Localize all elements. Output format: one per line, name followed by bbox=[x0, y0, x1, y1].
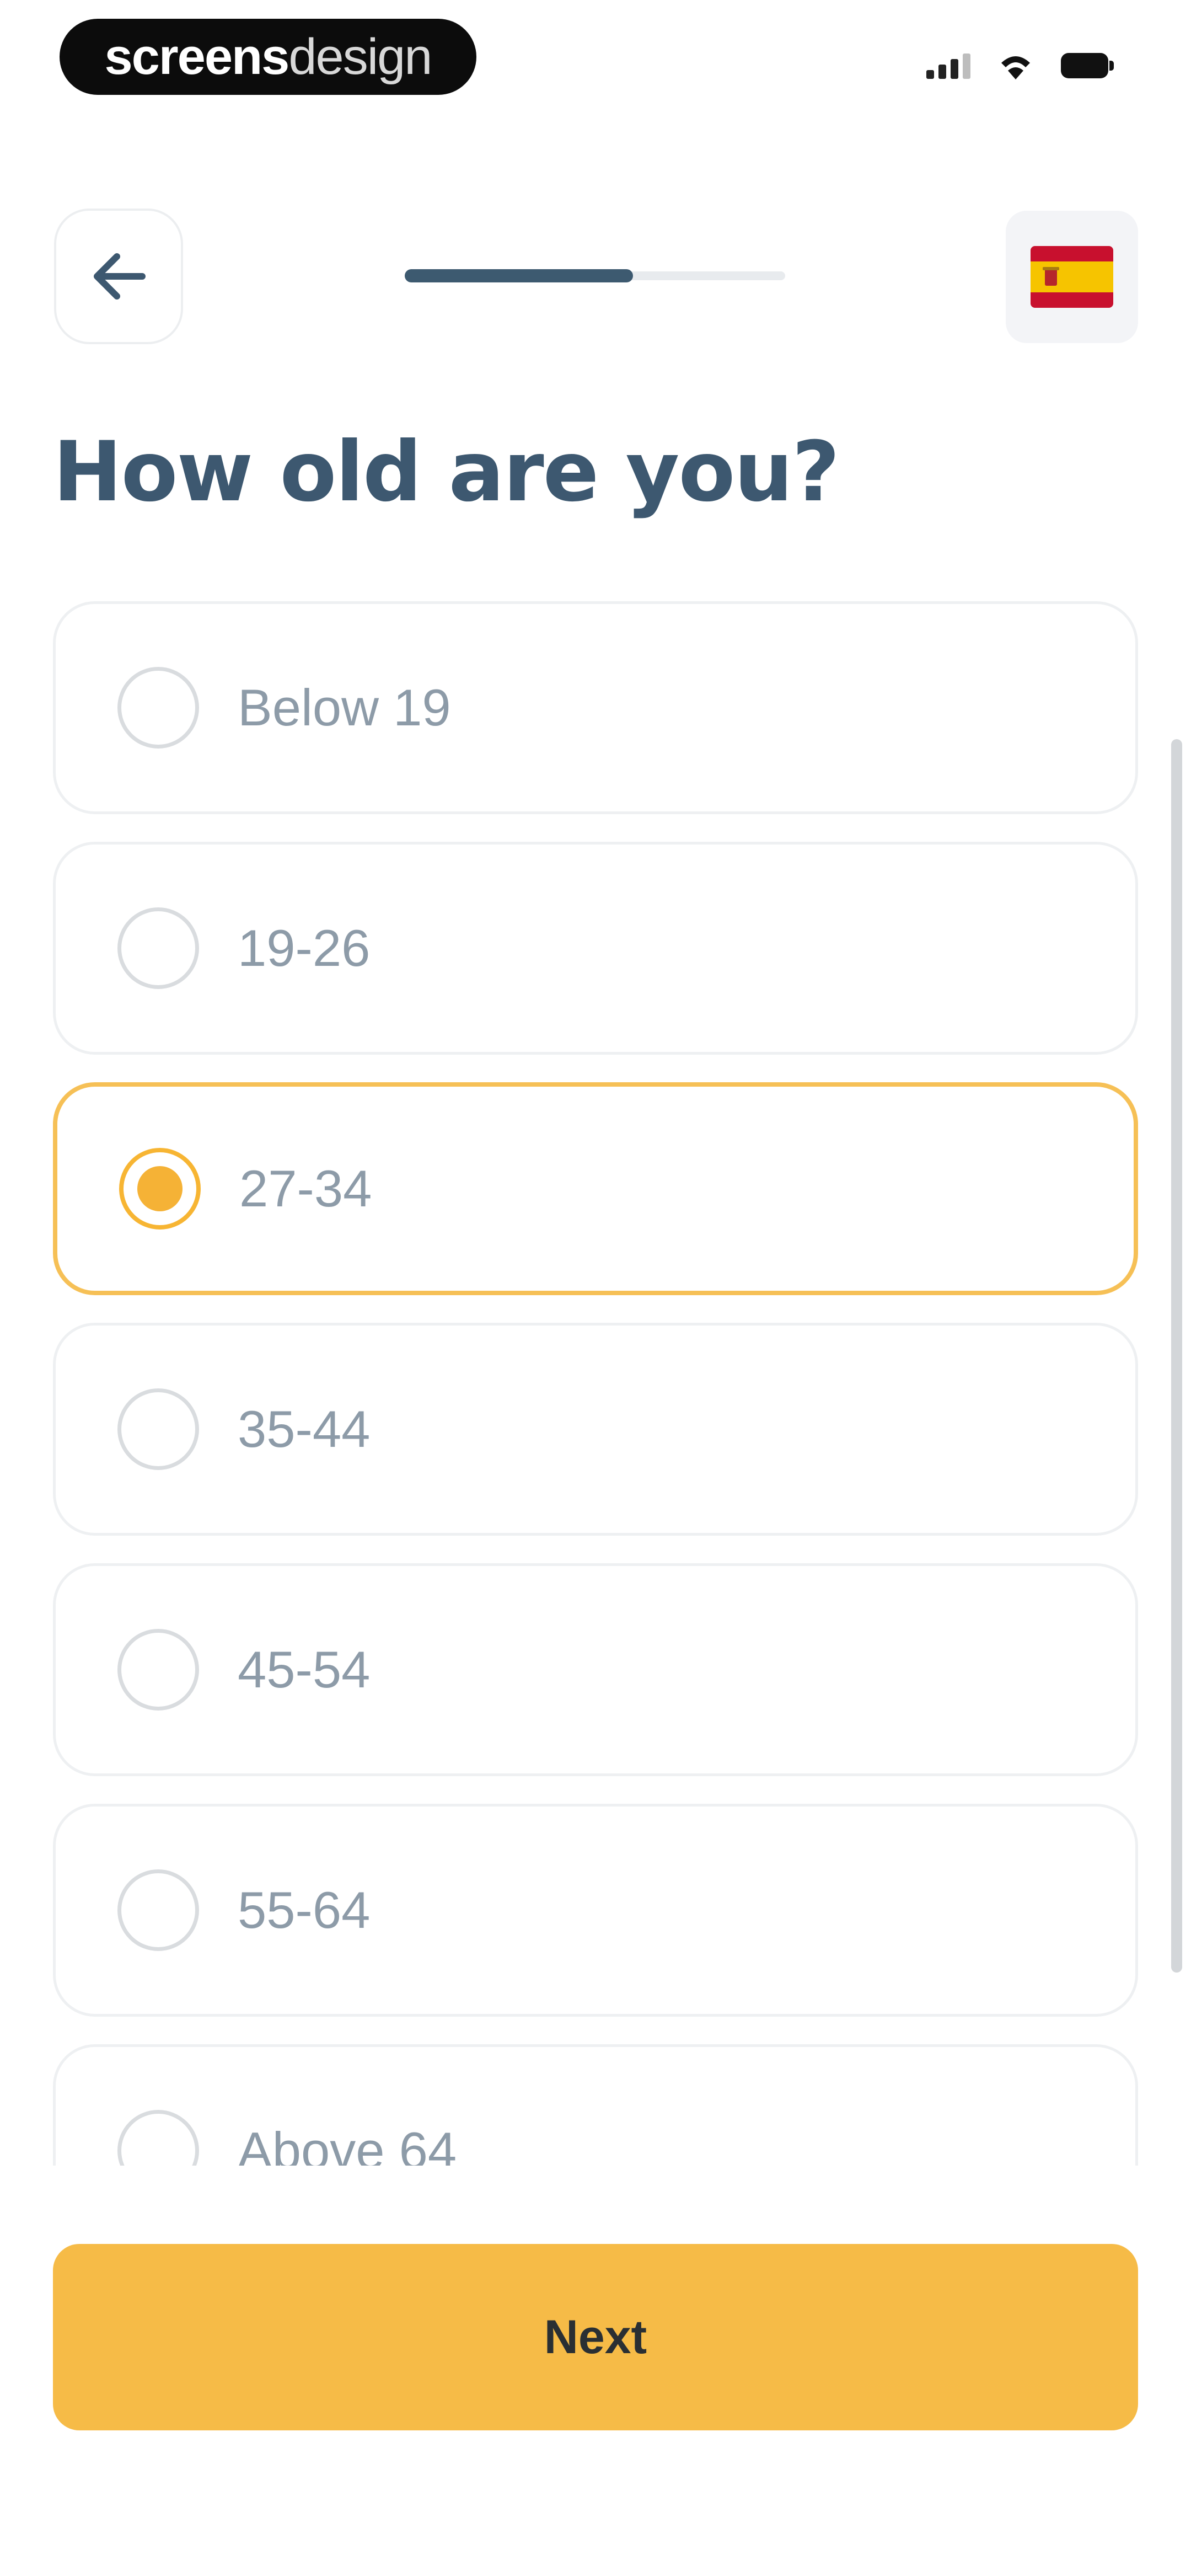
status-bar: screens design bbox=[0, 0, 1191, 121]
option-label: 35-44 bbox=[238, 1400, 371, 1458]
option-label: Above 64 bbox=[238, 2121, 457, 2166]
scrollbar[interactable] bbox=[1171, 739, 1182, 1973]
option-label: 19-26 bbox=[238, 919, 371, 977]
progress-fill bbox=[405, 269, 633, 282]
age-option-27-34[interactable]: 27-34 bbox=[53, 1082, 1138, 1295]
radio-button[interactable] bbox=[117, 1388, 199, 1470]
radio-button[interactable] bbox=[117, 667, 199, 749]
age-options-list[interactable]: Below 19 19-26 27-34 35-44 45-54 55-64 Above 6… bbox=[0, 585, 1191, 2166]
radio-button[interactable] bbox=[117, 1629, 199, 1711]
spain-flag-icon bbox=[1031, 246, 1113, 308]
next-button[interactable]: Next bbox=[53, 2244, 1138, 2430]
option-label: Below 19 bbox=[238, 678, 451, 736]
cellular-signal-icon bbox=[926, 52, 970, 79]
age-option-above-64[interactable]: Above 64 bbox=[53, 2044, 1138, 2166]
radio-button[interactable] bbox=[117, 2110, 199, 2166]
age-option-below-19[interactable]: Below 19 bbox=[53, 601, 1138, 814]
back-button[interactable] bbox=[54, 209, 183, 344]
radio-button-selected[interactable] bbox=[119, 1148, 201, 1230]
arrow-left-icon bbox=[94, 253, 146, 300]
battery-icon bbox=[1061, 53, 1114, 78]
age-option-45-54[interactable]: 45-54 bbox=[53, 1563, 1138, 1776]
brand-text-strong: screens bbox=[104, 28, 290, 85]
age-option-35-44[interactable]: 35-44 bbox=[53, 1323, 1138, 1536]
age-question-screen: screens design How old are you? Below 19… bbox=[0, 0, 1191, 2576]
brand-text-light: design bbox=[288, 28, 432, 85]
page-title: How old are you? bbox=[53, 424, 840, 520]
radio-button[interactable] bbox=[117, 1869, 199, 1951]
option-label: 27-34 bbox=[239, 1159, 372, 1217]
onboarding-progress-bar bbox=[405, 269, 785, 282]
status-icons bbox=[926, 51, 1114, 81]
age-option-19-26[interactable]: 19-26 bbox=[53, 842, 1138, 1055]
wifi-icon bbox=[1001, 56, 1030, 79]
age-option-55-64[interactable]: 55-64 bbox=[53, 1804, 1138, 2017]
brand-watermark: screens design bbox=[60, 19, 476, 95]
radio-button[interactable] bbox=[117, 907, 199, 989]
option-label: 45-54 bbox=[238, 1640, 371, 1698]
option-label: 55-64 bbox=[238, 1881, 371, 1939]
language-selector-button[interactable] bbox=[1006, 211, 1138, 343]
